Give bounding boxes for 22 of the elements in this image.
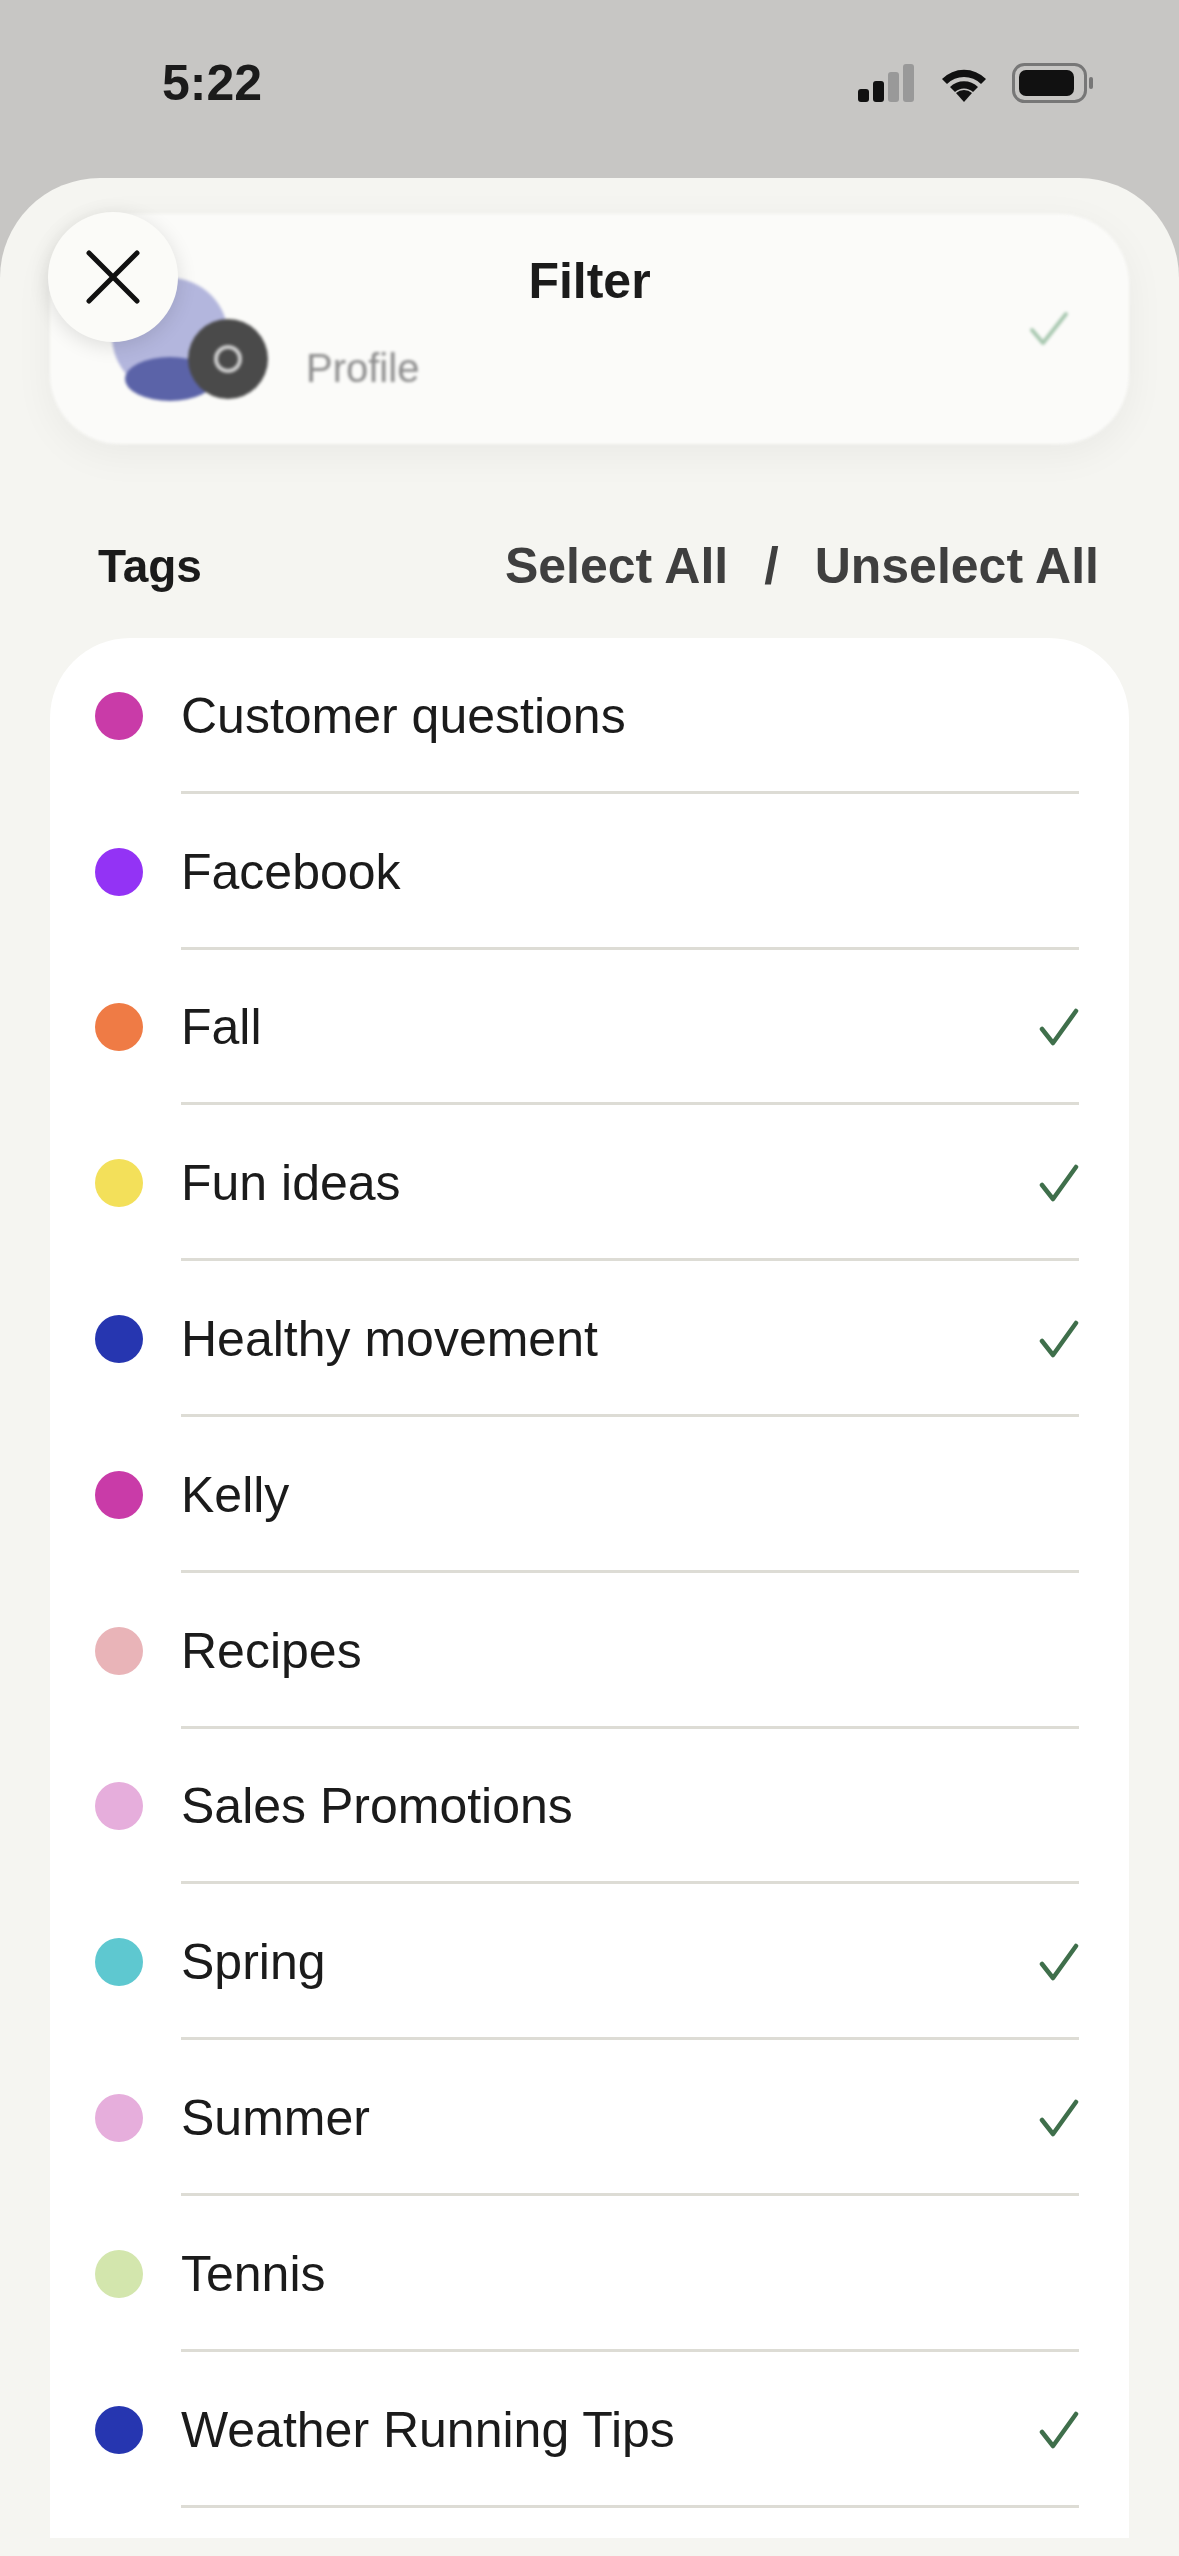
- section-title: Tags: [98, 539, 202, 593]
- separator-slash: /: [764, 536, 779, 596]
- sheet-title: Filter: [528, 252, 651, 310]
- unselect-all-button[interactable]: Unselect All: [814, 537, 1099, 595]
- tag-name[interactable]: Customer questions: [181, 686, 1079, 745]
- signal-icon: [858, 64, 916, 102]
- tag-name[interactable]: Spring: [181, 1933, 1039, 1992]
- tag-name[interactable]: Summer: [181, 2089, 1039, 2148]
- tag-name[interactable]: Healthy movement: [181, 1310, 1039, 1369]
- status-time: 5:22: [162, 54, 263, 112]
- tag-name[interactable]: Fun ideas: [181, 1154, 1039, 1213]
- tag-name[interactable]: Fall: [181, 998, 1039, 1057]
- tag-name[interactable]: Kelly: [181, 1465, 1079, 1524]
- close-icon: [85, 249, 141, 305]
- tag-name[interactable]: Sales Promotions: [181, 1777, 1079, 1836]
- tag-name[interactable]: Weather Running Tips: [181, 2400, 1039, 2459]
- tag-name[interactable]: Facebook: [181, 842, 1079, 901]
- tag-name[interactable]: Recipes: [181, 1621, 1079, 1680]
- select-all-button[interactable]: Select All: [504, 537, 729, 595]
- battery-icon: [1012, 63, 1094, 103]
- tag-name[interactable]: Tennis: [181, 2244, 1079, 2303]
- profile-subtitle: Profile: [306, 345, 421, 391]
